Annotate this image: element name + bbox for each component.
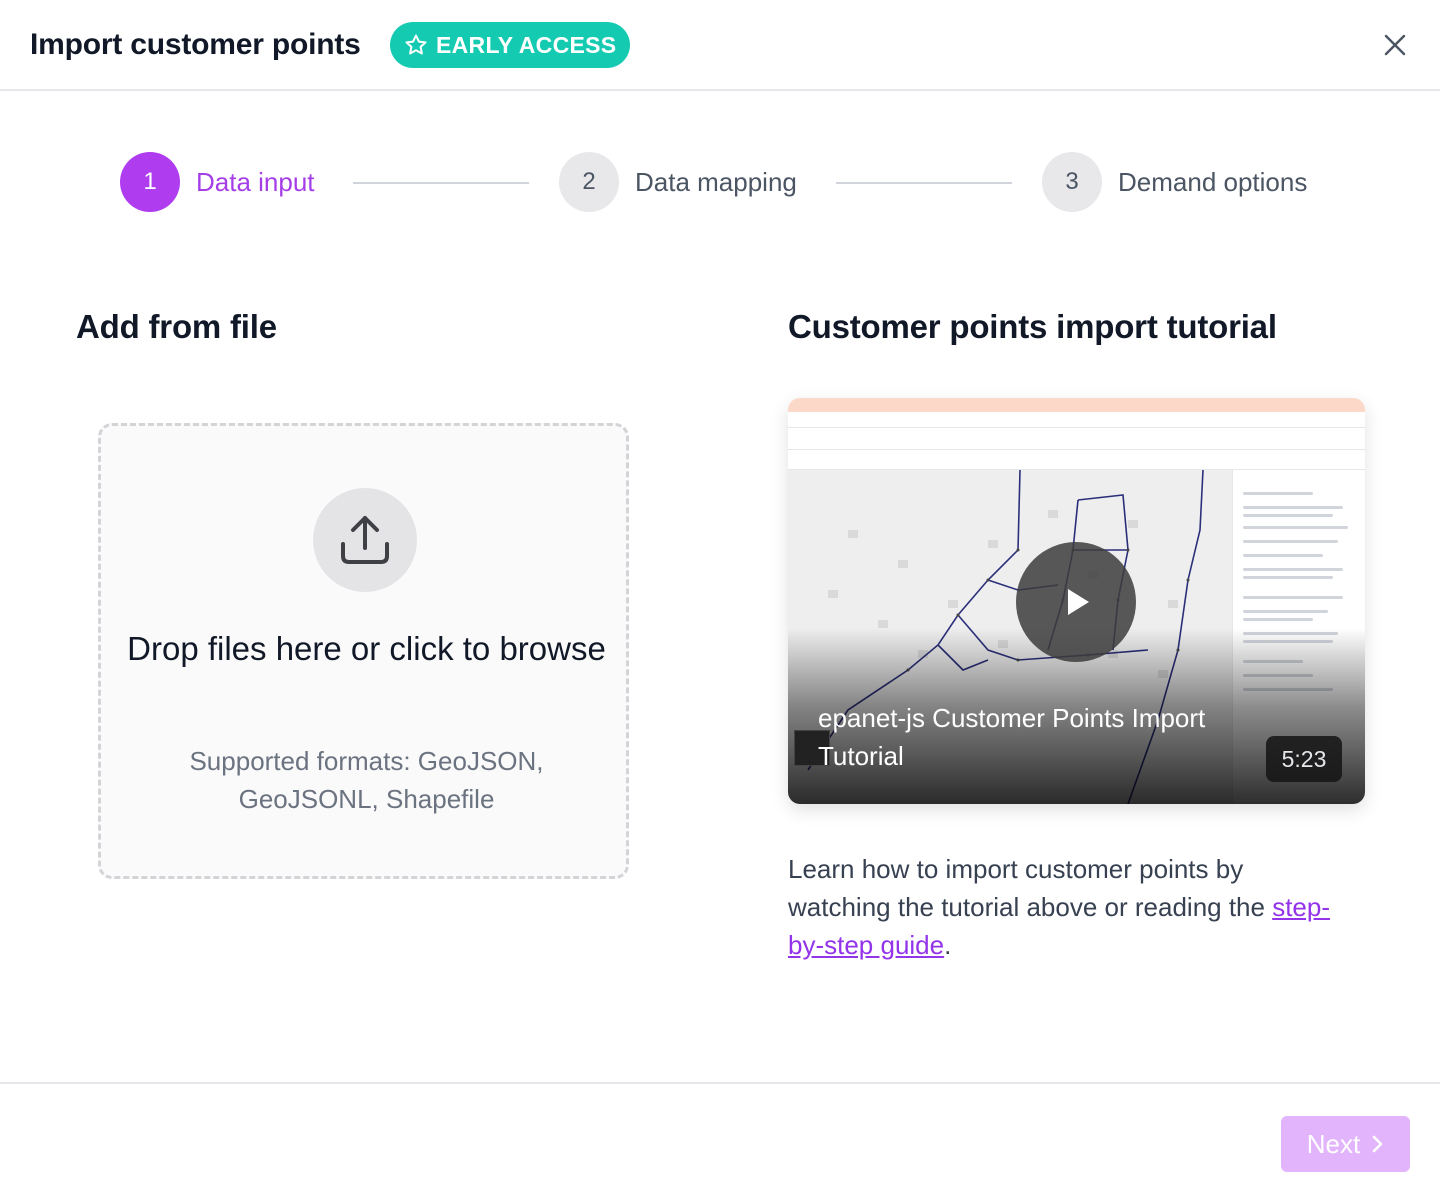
play-button[interactable] (1016, 542, 1136, 662)
video-thumb-urlbar (788, 412, 1365, 428)
step-number: 3 (1042, 152, 1102, 212)
dialog-header: Import customer points EARLY ACCESS (0, 0, 1440, 91)
tutorial-description: Learn how to import customer points by w… (788, 850, 1348, 964)
video-duration: 5:23 (1266, 736, 1342, 782)
video-title: epanet-js Customer Points Import Tutoria… (818, 703, 1206, 771)
step-label: Demand options (1118, 166, 1308, 197)
video-thumb-tabbar (788, 398, 1365, 412)
import-dialog: Import customer points EARLY ACCESS 1 Da… (0, 0, 1440, 1200)
step-data-input: 1 Data input (120, 152, 315, 212)
badge-label: EARLY ACCESS (436, 31, 617, 58)
close-button[interactable] (1380, 30, 1410, 60)
next-button[interactable]: Next (1281, 1116, 1410, 1172)
play-icon (1068, 589, 1089, 615)
step-connector (836, 182, 1012, 184)
step-data-mapping: 2 Data mapping (559, 152, 797, 212)
early-access-badge: EARLY ACCESS (390, 22, 631, 68)
step-demand-options: 3 Demand options (1042, 152, 1307, 212)
add-from-file-heading: Add from file (76, 308, 277, 345)
upload-icon-container (313, 488, 417, 592)
description-text: Learn how to import customer points by w… (788, 854, 1273, 922)
file-dropzone[interactable]: Drop files here or click to browse Suppo… (98, 423, 629, 879)
close-icon (1384, 34, 1406, 56)
step-label: Data input (196, 166, 315, 197)
video-thumb-appbar (788, 428, 1365, 450)
chevron-right-icon (1372, 1135, 1383, 1153)
tutorial-video[interactable]: epanet-js Customer Points Import Tutoria… (788, 398, 1365, 804)
step-connector (353, 182, 529, 184)
dialog-footer: Next (0, 1082, 1440, 1200)
step-number: 2 (559, 152, 619, 212)
star-icon (405, 34, 427, 55)
dialog-title: Import customer points (30, 28, 361, 61)
tutorial-heading: Customer points import tutorial (788, 308, 1277, 345)
upload-icon (341, 516, 389, 564)
supported-formats: Supported formats: GeoJSON, GeoJSONL, Sh… (189, 746, 544, 814)
step-label: Data mapping (635, 166, 797, 197)
drop-instructions: Drop files here or click to browse (127, 630, 606, 667)
step-number: 1 (120, 152, 180, 212)
video-thumb-toolbar (788, 450, 1365, 470)
description-period: . (944, 930, 952, 960)
next-label: Next (1306, 1128, 1361, 1159)
